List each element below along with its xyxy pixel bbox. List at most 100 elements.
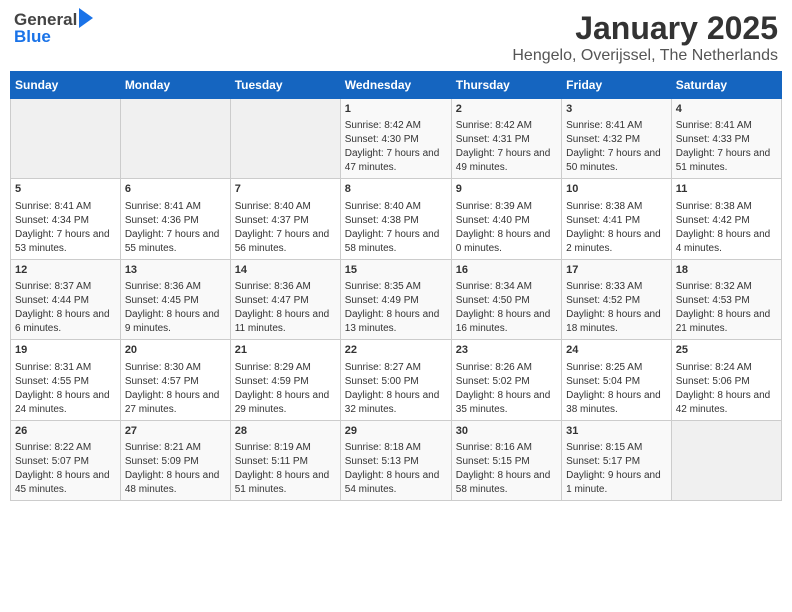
calendar-cell: 31 Sunrise: 8:15 AM Sunset: 5:17 PM Dayligh… bbox=[562, 420, 672, 500]
daylight-text: Daylight: 8 hours and 38 minutes. bbox=[566, 390, 661, 415]
sunrise-text: Sunrise: 8:42 AM bbox=[456, 120, 532, 131]
title-area: January 2025 Hengelo, Overijssel, The Ne… bbox=[512, 10, 778, 65]
sunrise-text: Sunrise: 8:34 AM bbox=[456, 281, 532, 292]
day-header-wednesday: Wednesday bbox=[340, 72, 451, 99]
sunset-text: Sunset: 5:09 PM bbox=[125, 456, 199, 467]
calendar-cell: 10Sunrise: 8:38 AMSunset: 4:41 PMDayligh… bbox=[562, 179, 672, 259]
daylight-text: Daylight: 8 hours and 54 minutes. bbox=[345, 470, 440, 495]
day-number: 21 bbox=[235, 343, 336, 358]
calendar-cell: 26Sunrise: 8:22 AMSunset: 5:07 PMDayligh… bbox=[11, 420, 121, 500]
day-number: 29 bbox=[345, 424, 447, 439]
sunset-text: Sunset: 5:00 PM bbox=[345, 376, 419, 387]
day-number: 26 bbox=[15, 424, 116, 439]
sunrise-text: Sunrise: 8:30 AM bbox=[125, 362, 201, 373]
calendar-cell: 24Sunrise: 8:25 AMSunset: 5:04 PMDayligh… bbox=[562, 340, 672, 420]
day-number: 31 bbox=[566, 424, 667, 439]
daylight-text: Daylight: 8 hours and 35 minutes. bbox=[456, 390, 551, 415]
sunset-text: Sunset: 4:55 PM bbox=[15, 376, 89, 387]
calendar-cell: 7Sunrise: 8:40 AMSunset: 4:37 PMDaylight… bbox=[230, 179, 340, 259]
day-number: 18 bbox=[676, 263, 777, 278]
sunrise-text: Sunrise: 8:41 AM bbox=[15, 201, 91, 212]
day-header-tuesday: Tuesday bbox=[230, 72, 340, 99]
calendar-cell: 16 Sunrise: 8:34 AM Sunset: 4:50 PM Dayligh… bbox=[451, 259, 561, 339]
calendar-table: SundayMondayTuesdayWednesdayThursdayFrid… bbox=[10, 71, 782, 501]
daylight-text: Daylight: 8 hours and 4 minutes. bbox=[676, 229, 771, 254]
day-number: 24 bbox=[566, 343, 667, 358]
logo: General Blue bbox=[14, 10, 93, 45]
calendar-cell: 29Sunrise: 8:18 AMSunset: 5:13 PMDayligh… bbox=[340, 420, 451, 500]
calendar-cell: 18Sunrise: 8:32 AMSunset: 4:53 PMDayligh… bbox=[671, 259, 781, 339]
calendar-week-4: 19Sunrise: 8:31 AMSunset: 4:55 PMDayligh… bbox=[11, 340, 782, 420]
day-number: 4 bbox=[676, 102, 777, 117]
daylight-text: Daylight: 9 hours and 1 minute. bbox=[566, 470, 661, 495]
calendar-week-1: 1Sunrise: 8:42 AMSunset: 4:30 PMDaylight… bbox=[11, 99, 782, 179]
sunrise-text: Sunrise: 8:24 AM bbox=[676, 362, 752, 373]
day-header-thursday: Thursday bbox=[451, 72, 561, 99]
calendar-cell: 2Sunrise: 8:42 AMSunset: 4:31 PMDaylight… bbox=[451, 99, 561, 179]
daylight-text: Daylight: 7 hours and 55 minutes. bbox=[125, 229, 220, 254]
calendar-week-3: 12 Sunrise: 8:37 AM Sunset: 4:44 PM Dayligh… bbox=[11, 259, 782, 339]
daylight-text: Daylight: 8 hours and 0 minutes. bbox=[456, 229, 551, 254]
sunset-text: Sunset: 4:42 PM bbox=[676, 215, 750, 226]
sunset-text: Sunset: 4:33 PM bbox=[676, 134, 750, 145]
sunrise-text: Sunrise: 8:41 AM bbox=[676, 120, 752, 131]
sunrise-text: Sunrise: 8:38 AM bbox=[566, 201, 642, 212]
daylight-text: Daylight: 8 hours and 16 minutes. bbox=[456, 309, 551, 334]
sunset-text: Sunset: 5:15 PM bbox=[456, 456, 530, 467]
daylight-text: Daylight: 8 hours and 27 minutes. bbox=[125, 390, 220, 415]
daylight-text: Daylight: 8 hours and 9 minutes. bbox=[125, 309, 220, 334]
sunset-text: Sunset: 5:11 PM bbox=[235, 456, 308, 467]
sunset-text: Sunset: 4:40 PM bbox=[456, 215, 530, 226]
calendar-body: 1Sunrise: 8:42 AMSunset: 4:30 PMDaylight… bbox=[11, 99, 782, 501]
day-number: 6 bbox=[125, 182, 226, 197]
day-number: 30 bbox=[456, 424, 557, 439]
sunrise-text: Sunrise: 8:16 AM bbox=[456, 442, 532, 453]
logo-general: General bbox=[14, 11, 77, 28]
sunrise-text: Sunrise: 8:27 AM bbox=[345, 362, 421, 373]
calendar-cell bbox=[11, 99, 121, 179]
daylight-text: Daylight: 8 hours and 24 minutes. bbox=[15, 390, 110, 415]
calendar-cell: 1Sunrise: 8:42 AMSunset: 4:30 PMDaylight… bbox=[340, 99, 451, 179]
day-number: 19 bbox=[15, 343, 116, 358]
daylight-text: Daylight: 8 hours and 21 minutes. bbox=[676, 309, 771, 334]
day-number: 7 bbox=[235, 182, 336, 197]
sunset-text: Sunset: 4:49 PM bbox=[345, 295, 419, 306]
daylight-text: Daylight: 8 hours and 42 minutes. bbox=[676, 390, 771, 415]
sunrise-text: Sunrise: 8:15 AM bbox=[566, 442, 642, 453]
calendar-cell bbox=[671, 420, 781, 500]
daylight-text: Daylight: 7 hours and 51 minutes. bbox=[676, 148, 771, 173]
daylight-text: Daylight: 8 hours and 48 minutes. bbox=[125, 470, 220, 495]
sunset-text: Sunset: 5:17 PM bbox=[566, 456, 640, 467]
day-number: 13 bbox=[125, 263, 226, 278]
month-title: January 2025 bbox=[512, 10, 778, 47]
sunrise-text: Sunrise: 8:37 AM bbox=[15, 281, 91, 292]
sunset-text: Sunset: 4:38 PM bbox=[345, 215, 419, 226]
calendar-cell: 6Sunrise: 8:41 AMSunset: 4:36 PMDaylight… bbox=[120, 179, 230, 259]
sunset-text: Sunset: 5:04 PM bbox=[566, 376, 640, 387]
logo-blue: Blue bbox=[14, 28, 51, 45]
calendar-cell: 22Sunrise: 8:27 AMSunset: 5:00 PMDayligh… bbox=[340, 340, 451, 420]
sunset-text: Sunset: 4:59 PM bbox=[235, 376, 309, 387]
sunset-text: Sunset: 4:44 PM bbox=[15, 295, 89, 306]
day-number: 27 bbox=[125, 424, 226, 439]
day-number: 12 bbox=[15, 263, 116, 278]
sunset-text: Sunset: 4:34 PM bbox=[15, 215, 89, 226]
sunrise-text: Sunrise: 8:21 AM bbox=[125, 442, 201, 453]
day-number: 15 bbox=[345, 263, 447, 278]
sunrise-text: Sunrise: 8:18 AM bbox=[345, 442, 421, 453]
calendar-cell: 15Sunrise: 8:35 AMSunset: 4:49 PMDayligh… bbox=[340, 259, 451, 339]
calendar-cell: 12Sunrise: 8:37 AMSunset: 4:44 PMDayligh… bbox=[11, 259, 121, 339]
sunrise-text: Sunrise: 8:29 AM bbox=[235, 362, 311, 373]
day-number: 14 bbox=[235, 263, 336, 278]
logo-arrow-icon bbox=[79, 8, 93, 28]
day-header-friday: Friday bbox=[562, 72, 672, 99]
calendar-header-row: SundayMondayTuesdayWednesdayThursdayFrid… bbox=[11, 72, 782, 99]
sunrise-text: Sunrise: 8:40 AM bbox=[235, 201, 311, 212]
day-number: 16 bbox=[456, 263, 557, 278]
daylight-text: Daylight: 7 hours and 47 minutes. bbox=[345, 148, 440, 173]
daylight-text: Daylight: 8 hours and 2 minutes. bbox=[566, 229, 661, 254]
sunset-text: Sunset: 4:50 PM bbox=[456, 295, 530, 306]
daylight-text: Daylight: 7 hours and 50 minutes. bbox=[566, 148, 661, 173]
sunset-text: Sunset: 5:02 PM bbox=[456, 376, 530, 387]
daylight-text: Daylight: 8 hours and 45 minutes. bbox=[15, 470, 110, 495]
